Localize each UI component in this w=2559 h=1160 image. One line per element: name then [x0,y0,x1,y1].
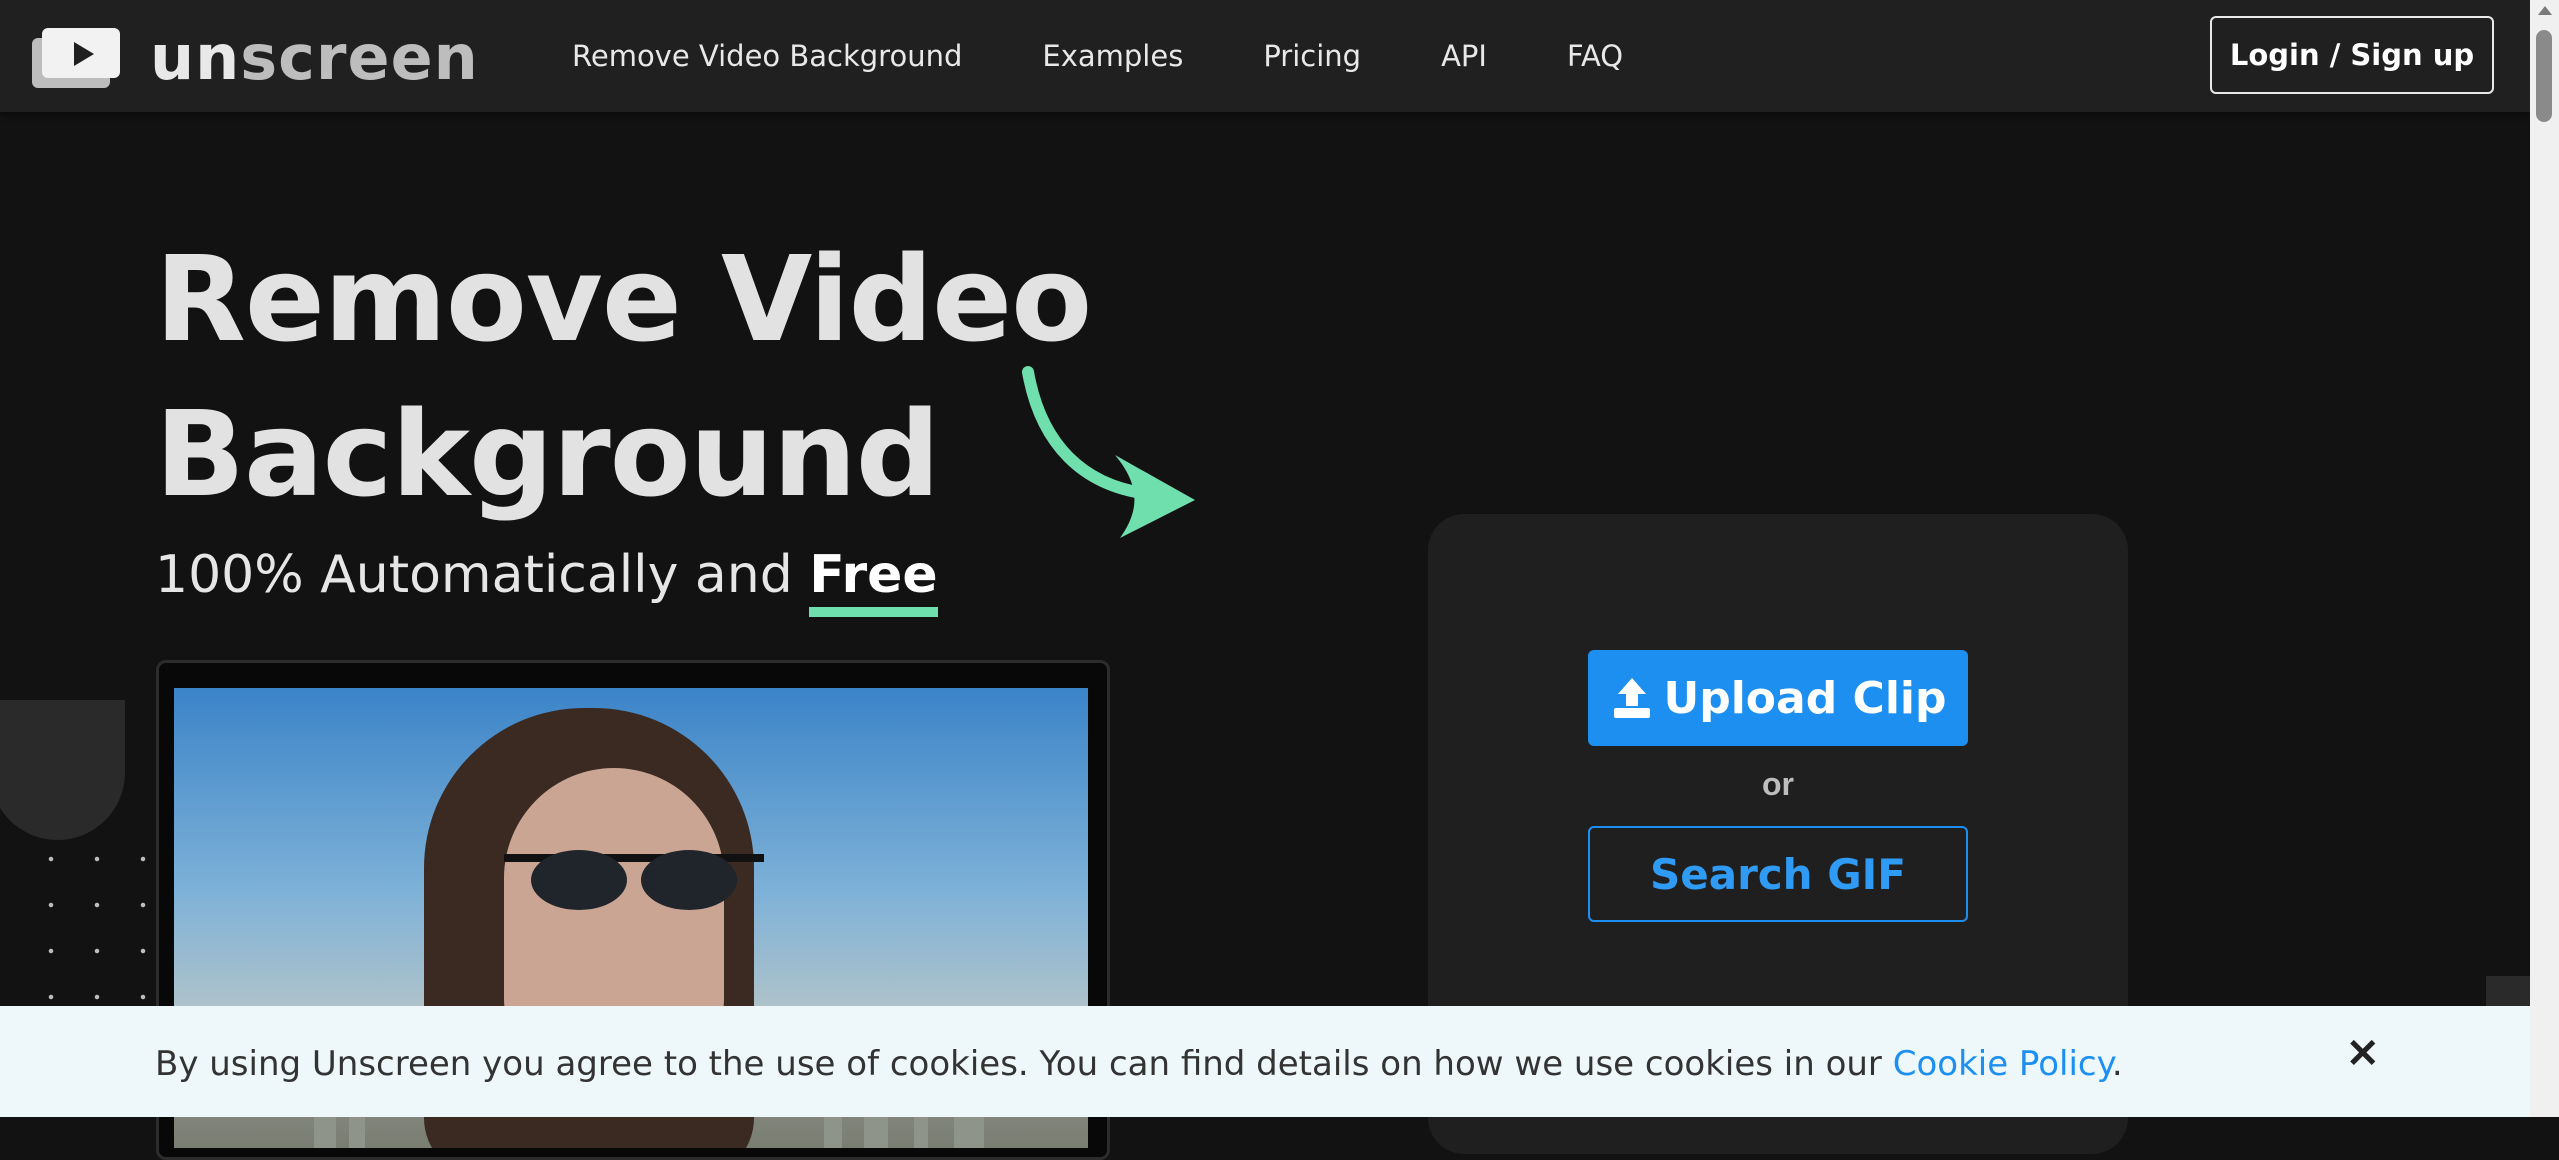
close-icon[interactable]: ✕ [2346,1034,2380,1074]
side-widget-tab[interactable] [2486,976,2530,1006]
hero-subtitle: 100% Automatically and Free [155,545,939,617]
hero-title: Remove Video Background [155,222,1092,532]
logo[interactable]: unscreen [30,26,479,90]
logo-text-light: screen [240,21,479,94]
nav-pricing[interactable]: Pricing [1263,39,1361,73]
sunglasses-icon [504,850,764,910]
main-nav: Remove Video Background Examples Pricing… [572,0,1703,112]
cookie-policy-link[interactable]: Cookie Policy [1893,1044,2112,1084]
decorative-dot-grid [28,836,148,1006]
search-gif-button[interactable]: Search GIF [1588,826,1968,922]
nav-faq[interactable]: FAQ [1567,39,1623,73]
cookie-message: By using Unscreen you agree to the use o… [155,1044,2123,1084]
upload-clip-button[interactable]: Upload Clip [1588,650,1968,746]
hero-title-line-2: Background [155,385,940,523]
page-scrollbar[interactable] [2530,0,2559,1117]
scroll-thumb[interactable] [2536,30,2552,122]
hero-title-line-1: Remove Video [155,230,1092,368]
upload-clip-label: Upload Clip [1663,672,1947,724]
hero-subtitle-free: Free [809,545,939,617]
or-separator: or [1762,766,1794,802]
cookie-text-suffix: . [2111,1044,2123,1084]
video-stack-icon [32,28,120,88]
login-signup-button[interactable]: Login / Sign up [2210,16,2494,94]
nav-remove-video-background[interactable]: Remove Video Background [572,39,962,73]
scroll-up-arrow-icon[interactable] [2538,6,2552,15]
curved-arrow-icon [1022,366,1195,538]
decorative-half-circle [0,700,125,840]
upload-icon [1613,678,1650,718]
nav-api[interactable]: API [1441,39,1487,73]
logo-text-bold: un [150,21,241,94]
cookie-text: By using Unscreen you agree to the use o… [155,1044,1893,1084]
cookie-banner: By using Unscreen you agree to the use o… [0,1006,2530,1117]
logo-wordmark: unscreen [150,27,479,89]
nav-examples[interactable]: Examples [1042,39,1183,73]
hero-subtitle-prefix: 100% Automatically and [155,545,810,605]
top-header: unscreen Remove Video Background Example… [0,0,2530,112]
